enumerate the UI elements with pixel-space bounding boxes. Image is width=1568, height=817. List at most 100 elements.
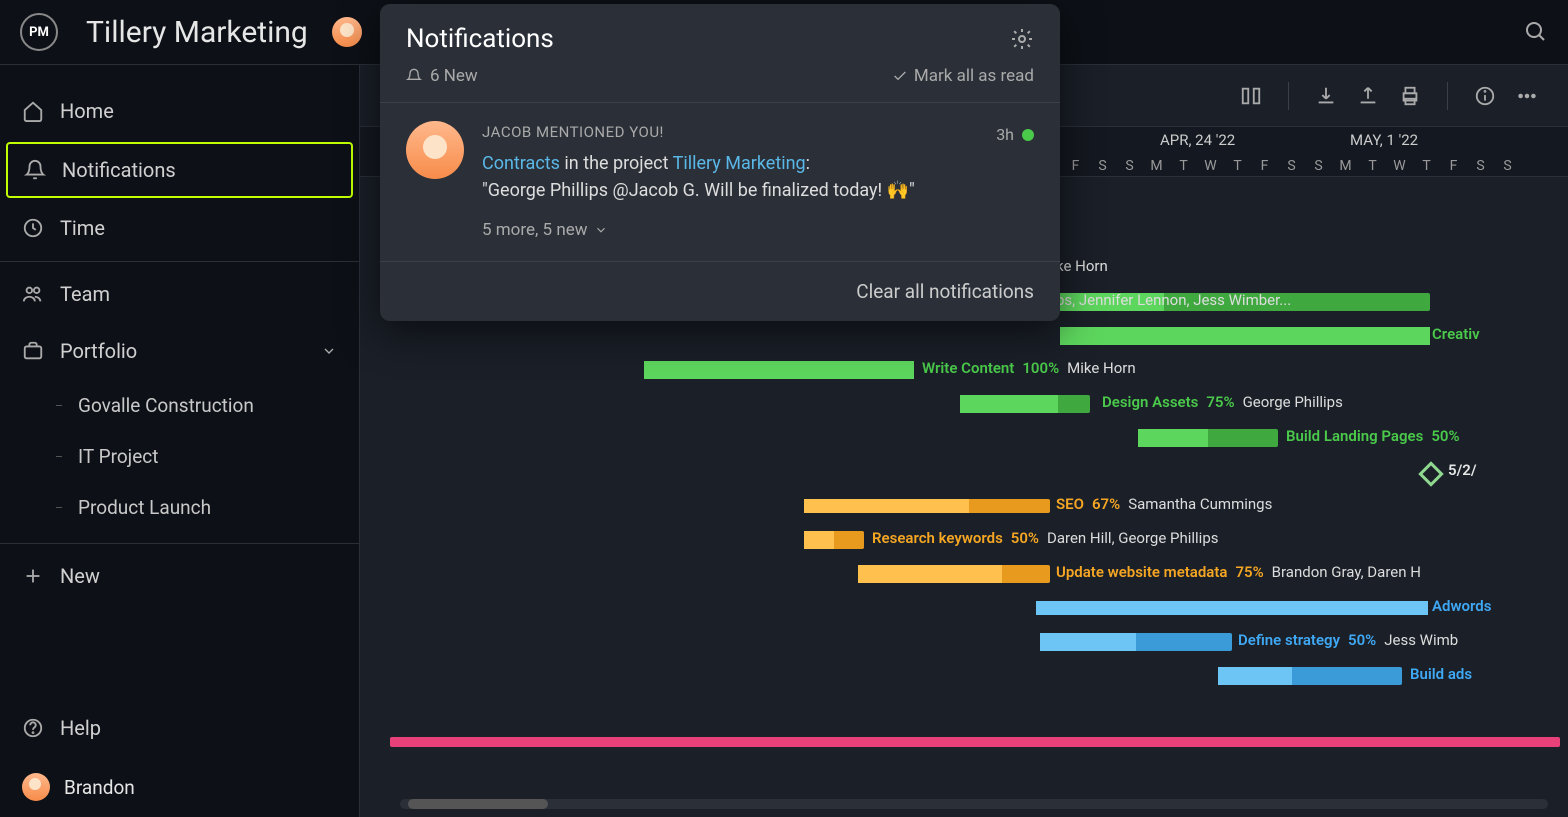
day-label: W [1386, 158, 1413, 174]
gantt-bar[interactable] [1036, 601, 1428, 615]
notif-avatar [406, 121, 464, 179]
notif-link[interactable]: Contracts [482, 153, 560, 174]
gantt-task-label: 5/2/ [1448, 461, 1477, 479]
toolbar-divider [1288, 82, 1289, 110]
home-icon [22, 100, 44, 122]
sidebar-item-help[interactable]: Help [0, 700, 359, 757]
gantt-bar[interactable] [1060, 327, 1430, 345]
day-label: F [1251, 158, 1278, 174]
mark-all-read[interactable]: Mark all as read [892, 66, 1034, 86]
gantt-task-label: Write Content 100% Mike Horn [922, 359, 1136, 377]
portfolio-child-it[interactable]: IT Project [0, 431, 359, 482]
sidebar-label: New [60, 564, 100, 588]
day-label: F [1062, 158, 1089, 174]
sidebar-label: Time [60, 216, 105, 240]
gantt-bar[interactable] [1040, 633, 1232, 651]
sidebar-item-notifications[interactable]: Notifications [6, 142, 353, 198]
notif-text: Contracts in the project Tillery Marketi… [482, 150, 1034, 204]
info-icon[interactable] [1474, 85, 1496, 107]
day-label: W [1197, 158, 1224, 174]
sidebar-label: Portfolio [60, 339, 137, 363]
sidebar: Home Notifications Time Team Portfolio G… [0, 65, 360, 817]
search-icon[interactable] [1524, 20, 1548, 44]
more-icon[interactable] [1516, 85, 1538, 107]
chevron-down-icon [594, 223, 608, 237]
briefcase-icon [22, 340, 44, 362]
month-label: APR, 24 '22 [1160, 131, 1235, 149]
notif-link[interactable]: Tillery Marketing [673, 153, 806, 174]
portfolio-child-govalle[interactable]: Govalle Construction [0, 380, 359, 431]
gantt-bar[interactable] [644, 361, 914, 379]
gantt-bar[interactable] [804, 499, 1050, 513]
day-label: S [1467, 158, 1494, 174]
summary-bar[interactable] [390, 737, 1560, 747]
notification-item[interactable]: JACOB MENTIONED YOU! 3h Contracts in the… [380, 102, 1060, 261]
gear-icon[interactable] [1010, 27, 1034, 51]
month-label: MAY, 1 '22 [1350, 131, 1418, 149]
portfolio-child-launch[interactable]: Product Launch [0, 482, 359, 533]
gantt-task-label: Research keywords 50% Daren Hill, George… [872, 529, 1218, 547]
notif-body: JACOB MENTIONED YOU! 3h Contracts in the… [482, 121, 1034, 243]
chevron-down-icon [321, 343, 337, 359]
milestone[interactable] [1418, 461, 1443, 486]
download-icon[interactable] [1315, 85, 1337, 107]
gantt-bar[interactable] [960, 395, 1090, 413]
toolbar-divider [1447, 82, 1448, 110]
horizontal-scrollbar[interactable] [400, 799, 1548, 809]
sidebar-item-home[interactable]: Home [0, 83, 359, 140]
gantt-task-label: Design Assets 75% George Phillips [1102, 393, 1343, 411]
notif-time: 3h [996, 123, 1014, 147]
help-icon [22, 717, 44, 739]
gantt-task-label: ps, Jennifer Lennon, Jess Wimber... [1056, 291, 1291, 309]
notifications-panel: Notifications 6 New Mark all as read JAC… [380, 4, 1060, 321]
gantt-bar[interactable] [804, 531, 864, 549]
day-label: T [1413, 158, 1440, 174]
notif-sub: 6 New Mark all as read [380, 66, 1060, 102]
columns-icon[interactable] [1240, 85, 1262, 107]
gantt-task-label: Adwords [1432, 597, 1491, 615]
bell-icon [24, 159, 46, 181]
header-avatar[interactable] [332, 17, 362, 47]
notif-title: Notifications [406, 24, 554, 54]
clock-icon [22, 217, 44, 239]
user-name: Brandon [64, 776, 135, 799]
gantt-bar[interactable] [1218, 667, 1402, 685]
sidebar-item-portfolio[interactable]: Portfolio [0, 323, 359, 380]
day-label: S [1494, 158, 1521, 174]
unread-dot-icon [1022, 129, 1034, 141]
day-label: S [1305, 158, 1332, 174]
sidebar-label: Home [60, 99, 114, 123]
day-label: T [1170, 158, 1197, 174]
gantt-bar[interactable] [1138, 429, 1278, 447]
notif-count: 6 New [430, 66, 478, 86]
day-label: M [1332, 158, 1359, 174]
clear-all-notifications[interactable]: Clear all notifications [380, 261, 1060, 321]
gantt-task-label: Build ads [1410, 665, 1472, 683]
sidebar-item-time[interactable]: Time [0, 200, 359, 257]
app-logo[interactable]: PM [20, 13, 58, 51]
day-label: F [1440, 158, 1467, 174]
notif-heading: JACOB MENTIONED YOU! [482, 121, 664, 144]
team-icon [22, 283, 44, 305]
print-icon[interactable] [1399, 85, 1421, 107]
day-label: S [1089, 158, 1116, 174]
gantt-bar[interactable] [858, 565, 1050, 583]
gantt-task-label: SEO 67% Samantha Cummings [1056, 495, 1272, 513]
divider [0, 261, 359, 262]
gantt-task-label: Creativ [1432, 325, 1480, 343]
sidebar-label: Help [60, 716, 101, 740]
sidebar-user[interactable]: Brandon [0, 757, 359, 817]
user-avatar [22, 773, 50, 801]
day-label: M [1143, 158, 1170, 174]
upload-icon[interactable] [1357, 85, 1379, 107]
app-title: Tillery Marketing [86, 15, 308, 50]
check-icon [892, 68, 908, 84]
gantt-task-label: Define strategy 50% Jess Wimb [1238, 631, 1458, 649]
sidebar-item-new[interactable]: New [0, 548, 359, 605]
sidebar-item-team[interactable]: Team [0, 266, 359, 323]
notif-header: Notifications [380, 4, 1060, 66]
sidebar-label: Team [60, 282, 110, 306]
scroll-thumb[interactable] [408, 799, 548, 809]
notif-meta: 3h [996, 121, 1034, 150]
notif-more[interactable]: 5 more, 5 new [482, 218, 1034, 244]
